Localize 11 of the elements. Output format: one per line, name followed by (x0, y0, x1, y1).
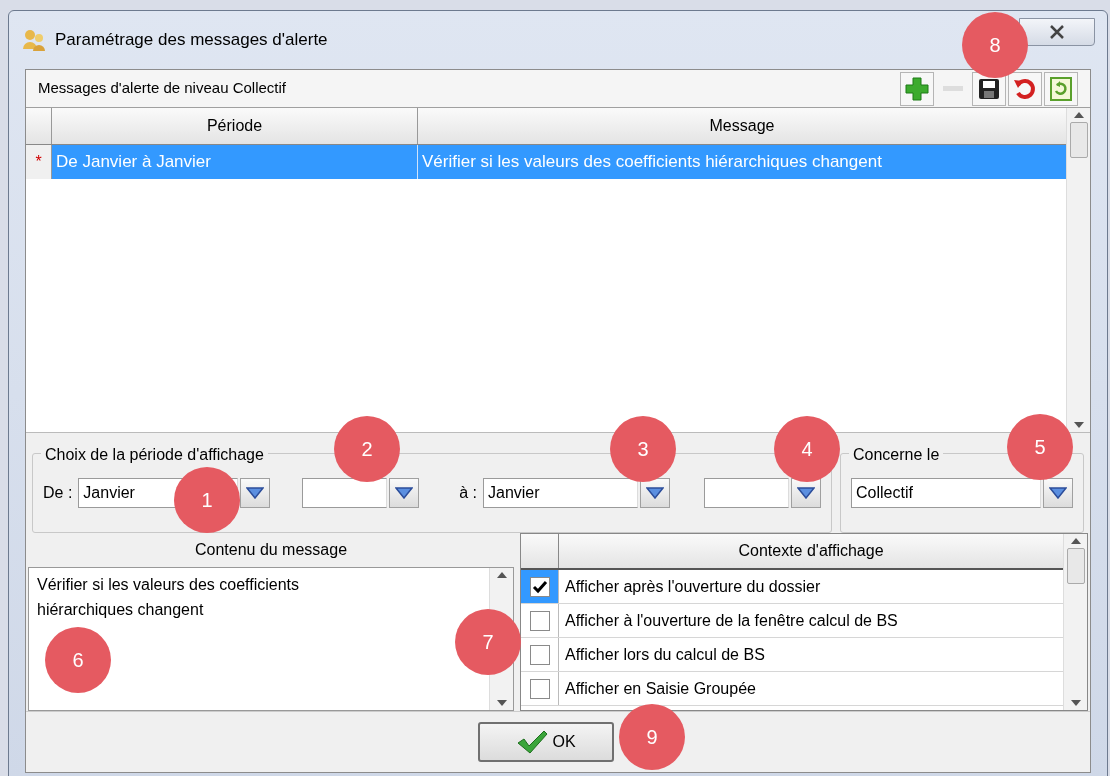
table-cell-text: Afficher lors du calcul de BS (564, 644, 766, 665)
row-marker: * (26, 145, 52, 179)
table-cell-text: Afficher à l'ouverture de la fenêtre calcul de BS (564, 610, 899, 631)
from-label: De : (43, 483, 73, 503)
table-cell-text: Afficher après l'ouverture du dossier (564, 576, 822, 597)
to-label: à : (459, 483, 477, 503)
table-cell: De Janvier à Janvier (52, 145, 418, 179)
window-title: Paramétrage des messages d'alerte (55, 29, 328, 52)
table-cell-text: Vérifier si les valeurs des coefficients hiérarchiques changent (421, 151, 883, 174)
panel-title: Messages d'alerte de niveau Collectif (38, 78, 286, 99)
table-cell-text: Afficher en Saisie Groupée (564, 678, 757, 699)
